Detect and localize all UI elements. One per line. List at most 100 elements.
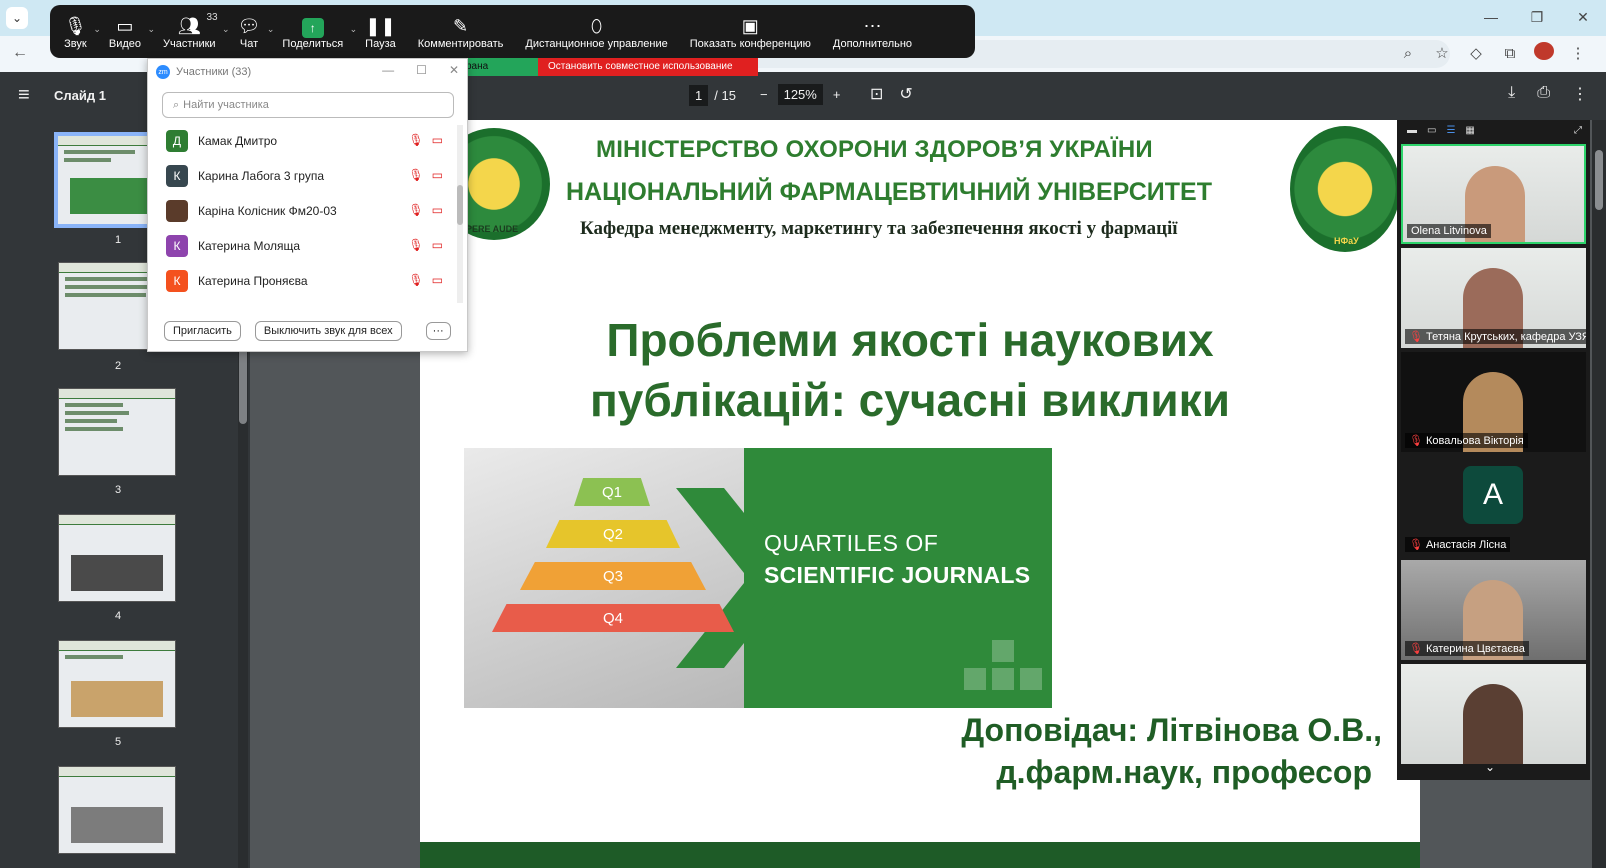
panel-close-icon[interactable]: ✕ (449, 63, 459, 77)
page-number-input[interactable]: 1 (689, 85, 709, 106)
participant-name: Катерина Моляща (198, 238, 301, 253)
zoom-level-input[interactable]: 125% (777, 84, 823, 105)
back-arrow-icon[interactable]: ← (12, 44, 28, 62)
close-icon[interactable]: ✕ (1560, 0, 1606, 34)
window-controls: — ❐ ✕ (1468, 0, 1606, 34)
more-vertical-icon[interactable]: ⋮ (1572, 84, 1588, 104)
slide-page: PERE AUDE МІНІСТЕРСТВО ОХОРОНИ ЗДОРОВ’Я … (420, 120, 1420, 868)
quartile-q3: Q3 (520, 562, 706, 590)
video-tile[interactable] (1401, 664, 1586, 764)
ministry-heading: МІНІСТЕРСТВО ОХОРОНИ ЗДОРОВ’Я УКРАЇНИ (596, 136, 1153, 163)
main-scrollbar[interactable] (1592, 120, 1606, 868)
thumbnail-page[interactable] (58, 514, 176, 602)
rotate-icon[interactable]: ↺ (899, 84, 912, 104)
avatar: Д (166, 129, 188, 152)
stop-share-label: Остановить совместное использование (548, 61, 733, 72)
video-tile[interactable]: Olena Litvinova (1401, 144, 1586, 244)
extensions-puzzle-icon[interactable]: ⧉ (1500, 45, 1520, 62)
more-options-button[interactable]: ··· (425, 322, 451, 340)
speaker-title: д.фарм.наук, професор (996, 754, 1372, 790)
participant-search-input[interactable]: ⌕ Найти участника (162, 92, 454, 118)
print-icon[interactable]: ⎙ (1537, 84, 1550, 104)
mute-all-button[interactable]: Выключить звук для всех (254, 321, 402, 341)
speaker-view-icon[interactable]: ▭ (1427, 125, 1436, 136)
zoom-in-icon[interactable]: + (833, 87, 841, 102)
pause-button[interactable]: ❚❚ Пауза (365, 14, 396, 50)
more-dots-icon: ⋯ (863, 15, 882, 36)
thumbnail-page[interactable] (58, 766, 176, 854)
stop-share-button[interactable]: Остановить совместное использование (538, 58, 758, 76)
chat-bubble-icon: 💬︎ (237, 15, 261, 36)
mic-muted-icon: 🎙︎ (408, 133, 424, 147)
avatar: К (166, 234, 188, 257)
panel-minimize-icon[interactable]: — (382, 63, 394, 77)
document-title: Слайд 1 (54, 88, 106, 103)
thumbnail-page[interactable] (58, 388, 176, 476)
mic-muted-icon: 🎙︎ (408, 203, 424, 217)
participant-list-scrollbar[interactable] (457, 125, 463, 303)
audio-button[interactable]: 🎙︎ Звук ⌄ (64, 14, 101, 50)
minimize-gallery-icon[interactable]: ▬ (1407, 125, 1417, 136)
more-button[interactable]: ⋯ Дополнительно (833, 14, 912, 50)
chat-button[interactable]: 💬︎ Чат ⌄ (237, 14, 275, 50)
zoom-lens-icon[interactable]: ⌕ (1398, 45, 1418, 62)
video-off-icon: ▭ (431, 168, 443, 182)
pencil-icon: ✎ (453, 15, 469, 36)
grid-view-icon[interactable]: ▦ (1465, 125, 1474, 136)
video-tile-name: 🎙︎ Катерина Цвєтаєва (1405, 641, 1529, 656)
seal-right-label: НФаУ (1334, 236, 1359, 246)
browser-menu-icon[interactable]: ⋮ (1568, 44, 1588, 62)
video-gallery: ▬ ▭ ☰ ▦ ⤢ Olena Litvinova 🎙︎ Тетяна Крутс… (1397, 120, 1590, 780)
bookmark-star-icon[interactable]: ☆ (1432, 44, 1452, 62)
thumbnail-page[interactable] (58, 640, 176, 728)
video-tile[interactable]: 🎙︎ Тетяна Крутських, кафедра УЗЯФ (1401, 248, 1586, 348)
avatar: К (166, 269, 188, 292)
meeting-window-icon: ▣ (741, 15, 759, 36)
strip-view-icon[interactable]: ☰ (1446, 125, 1455, 136)
tab-search-chevron-icon[interactable]: ⌄ (6, 7, 28, 29)
video-tile[interactable]: A 🎙︎ Анастасія Лісна (1401, 456, 1586, 556)
university-heading: НАЦІОНАЛЬНИЙ ФАРМАЦЕВТИЧНИЙ УНІВЕРСИТЕТ (566, 178, 1212, 206)
annotate-button[interactable]: ✎ Комментировать (418, 14, 504, 50)
download-icon[interactable]: ⤓ (1508, 84, 1515, 104)
participant-row[interactable]: К (148, 298, 453, 303)
search-icon: ⌕ (173, 98, 180, 111)
fit-page-icon[interactable]: ⊡ (870, 84, 883, 104)
participant-row[interactable]: Д Камак Дмитро 🎙︎ ▭ (148, 123, 453, 158)
sidebar-menu-icon[interactable]: ≡ (18, 84, 30, 107)
pause-icon: ❚❚ (365, 15, 396, 36)
participant-row[interactable]: К Карина Лабога 3 група 🎙︎ ▭ (148, 158, 453, 193)
avatar: К (166, 164, 188, 187)
video-button[interactable]: ▭ Видео ⌄ (109, 14, 155, 50)
minimize-icon[interactable]: — (1468, 0, 1514, 34)
profile-avatar-icon[interactable] (1534, 42, 1554, 64)
restore-icon[interactable]: ❐ (1514, 0, 1560, 34)
invite-button[interactable]: Пригласить (164, 321, 241, 341)
gallery-scroll-down-icon[interactable]: ⌄ (1485, 760, 1495, 774)
participant-row[interactable]: К Катерина Моляща 🎙︎ ▭ (148, 228, 453, 263)
panel-maximize-icon[interactable]: ☐ (416, 63, 427, 77)
zoom-out-icon[interactable]: − (760, 87, 768, 102)
speaker-name: Доповідач: Літвінова О.В., (961, 712, 1382, 748)
participants-button[interactable]: 👥︎ 33 Участники ⌄ (163, 11, 230, 50)
participant-name: Карина Лабога 3 група (198, 168, 324, 183)
participant-row[interactable]: Каріна Колісник Фм20-03 🎙︎ ▭ (148, 193, 453, 228)
participants-panel-header: zm Участники (33) — ☐ ✕ (148, 59, 467, 85)
show-meeting-button[interactable]: ▣ Показать конференцию (690, 14, 811, 50)
shield-icon[interactable]: ◇ (1466, 44, 1486, 62)
video-tile[interactable]: 🎙︎ Катерина Цвєтаєва (1401, 560, 1586, 660)
participants-count: 33 (206, 11, 218, 23)
remote-control-button[interactable]: ⬯ Дистанционное управление (525, 14, 667, 50)
screen: ⌄ — ❐ ✕ ← ⌕ ☆ ◇ ⧉ ⋮ ≡ Слайд 1 1 / 15 − 1… (0, 0, 1606, 868)
image-caption-line2: SCIENTIFIC JOURNALS (764, 562, 1031, 588)
video-tile-name: 🎙︎ Ковальова Вікторія (1405, 433, 1528, 448)
search-placeholder: Найти участника (183, 99, 269, 111)
slide-title: Проблеми якості наукових публікацій: суч… (550, 310, 1270, 430)
university-seal-right (1290, 126, 1400, 252)
expand-icon[interactable]: ⤢ (1574, 125, 1582, 136)
participant-row[interactable]: К Катерина Проняєва 🎙︎ ▭ (148, 263, 453, 298)
video-tile[interactable]: 🎙︎ Ковальова Вікторія (1401, 352, 1586, 452)
participants-panel-footer: Пригласить Выключить звук для всех ··· (148, 321, 467, 341)
slide-title-line2: публікацій: сучасні виклики (589, 374, 1230, 426)
share-button[interactable]: ↑ Поделиться ⌄ (282, 14, 357, 50)
